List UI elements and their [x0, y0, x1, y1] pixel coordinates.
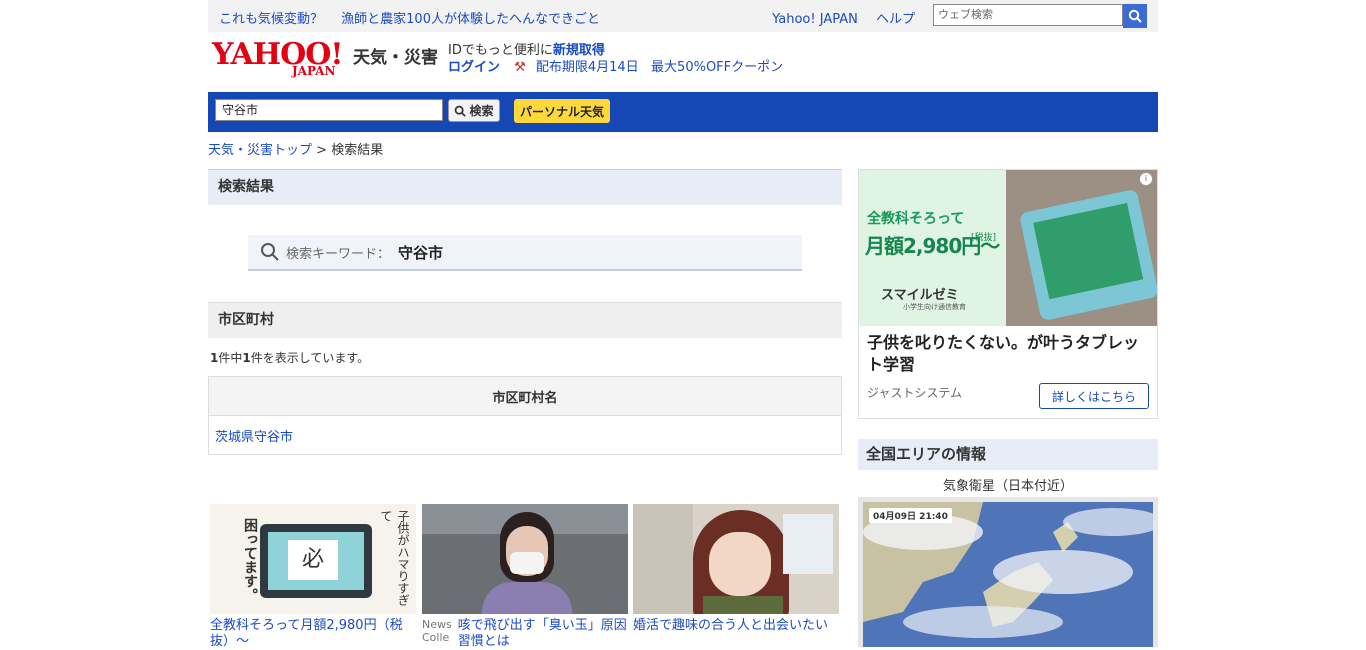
- tablet-image: 必: [260, 524, 372, 598]
- table-header: 市区町村名: [208, 376, 842, 416]
- ad-caption[interactable]: 全教科そろって月額2,980円（税抜）〜: [210, 618, 416, 650]
- ad-card-3[interactable]: 婚活で趣味の合う人と出会いたい: [633, 504, 839, 634]
- ad-card-image: 困ってます。 必 子供がハマりすぎて: [210, 504, 416, 614]
- ad-caption-row: News Colle 咳で飛び出す「臭い玉」原因習慣とは: [422, 618, 628, 650]
- logo-sub: JAPAN: [292, 64, 336, 78]
- satellite-label: 気象衛星（日本付近）: [942, 479, 1073, 494]
- keyword-value: 守谷市: [398, 243, 444, 262]
- login-link[interactable]: ログイン: [448, 60, 500, 75]
- ad-brand-sub: 小学生向け通信教育: [903, 303, 966, 311]
- count-end: 件を表示しています。: [250, 351, 370, 365]
- result-link[interactable]: 茨城県守谷市: [215, 430, 293, 445]
- ad-image-text: 困ってます。: [242, 518, 258, 602]
- breadcrumb-current: 検索結果: [331, 143, 384, 158]
- keyword-label: 検索キーワード：: [286, 246, 391, 262]
- ad-image-text-2: 子供がハマりすぎて: [379, 510, 410, 606]
- register-link[interactable]: 新規取得: [553, 43, 605, 58]
- top-strip: これも気候変動？ 漁師と農家100人が体験したへんなできごと Yahoo! JA…: [208, 0, 1158, 32]
- ad-card-image: [422, 504, 628, 614]
- ad-caption[interactable]: 婚活で趣味の合う人と出会いたい: [633, 618, 839, 634]
- news-link-2[interactable]: 漁師と農家100人が体験したへんなできごと: [341, 12, 600, 27]
- search-icon: [261, 243, 279, 261]
- sidebar-ad[interactable]: 全教科そろって 月額2,980円〜 [税抜] スマイルゼミ 小学生向け通信教育 …: [858, 169, 1158, 419]
- ad-source: News Colle: [422, 618, 452, 644]
- web-search-button[interactable]: [1123, 4, 1147, 28]
- service-name[interactable]: 天気・災害: [353, 43, 438, 68]
- breadcrumb-sep: >: [316, 143, 328, 158]
- ad-advertiser: ジャストシステム: [867, 386, 963, 400]
- results-heading: 検索結果: [208, 169, 842, 205]
- ad-card-1[interactable]: 困ってます。 必 子供がハマりすぎて 全教科そろって月額2,980円（税抜）〜: [210, 504, 416, 650]
- ad-title[interactable]: 子供を叱りたくない。が叶うタブレット学習: [859, 326, 1157, 376]
- search-button-label: 検索: [469, 104, 494, 118]
- top-news: これも気候変動？ 漁師と農家100人が体験したへんなできごと: [219, 8, 614, 27]
- ad-tax: [税抜]: [971, 233, 997, 243]
- promo-coupon[interactable]: 最大50%OFFクーポン: [651, 60, 783, 75]
- satellite-image: 04月09日 21:40: [863, 502, 1153, 647]
- satellite-panel[interactable]: 04月09日 21:40: [858, 497, 1158, 647]
- ad-caption[interactable]: 咳で飛び出す「臭い玉」原因習慣とは: [458, 618, 628, 650]
- ad-card-image: [633, 504, 839, 614]
- table-row: 茨城県守谷市: [208, 415, 842, 455]
- ad-banner: 全教科そろって 月額2,980円〜 [税抜] スマイルゼミ 小学生向け通信教育 …: [859, 170, 1157, 326]
- result-count: 1件中1件を表示しています。: [210, 349, 369, 366]
- count-mid: 件中: [218, 351, 243, 365]
- count-shown: 1: [242, 351, 251, 365]
- search-icon: [455, 105, 467, 117]
- yahoo-japan-link[interactable]: Yahoo! JAPAN: [772, 12, 858, 27]
- keyword-box: 検索キーワード： 守谷市: [248, 235, 802, 271]
- promo-deadline[interactable]: 配布期限4月14日: [536, 60, 639, 75]
- promo-prefix: IDでもっと便利に: [448, 43, 553, 58]
- personal-weather-button[interactable]: パーソナル天気: [514, 99, 610, 123]
- news-link-1[interactable]: これも気候変動？: [219, 12, 323, 27]
- help-link[interactable]: ヘルプ: [876, 12, 915, 27]
- satellite-map-svg: [863, 502, 1153, 647]
- ad-card-2[interactable]: News Colle 咳で飛び出す「臭い玉」原因習慣とは: [422, 504, 628, 650]
- promo: IDでもっと便利に新規取得 ログイン ⚒ 配布期限4月14日 最大50%OFFクー…: [448, 42, 783, 76]
- yahoo-logo[interactable]: YAHOO! JAPAN: [212, 40, 344, 79]
- satellite-timestamp: 04月09日 21:40: [869, 508, 952, 523]
- area-info-heading: 全国エリアの情報: [858, 439, 1158, 470]
- breadcrumb: 天気・災害トップ > 検索結果: [208, 139, 383, 158]
- web-search-input[interactable]: ウェブ検索: [933, 4, 1123, 26]
- search-icon: [1128, 9, 1142, 23]
- ad-more-button[interactable]: 詳しくはこちら: [1039, 383, 1149, 409]
- ad-info-icon[interactable]: i: [1139, 172, 1153, 186]
- results-table: 市区町村名 茨城県守谷市: [208, 376, 842, 455]
- ad-brand: スマイルゼミ: [881, 288, 959, 303]
- kanji-icon: 必: [288, 540, 338, 580]
- search-bar: 守谷市 検索 パーソナル天気: [208, 92, 1158, 132]
- breadcrumb-home[interactable]: 天気・災害トップ: [208, 143, 312, 158]
- municipality-heading: 市区町村: [208, 302, 842, 338]
- auction-icon: ⚒: [514, 60, 526, 75]
- ad-headline: 全教科そろって: [867, 211, 965, 227]
- top-links: Yahoo! JAPAN ヘルプ: [758, 8, 915, 27]
- location-search-input[interactable]: 守谷市: [215, 99, 443, 121]
- search-button[interactable]: 検索: [448, 99, 500, 122]
